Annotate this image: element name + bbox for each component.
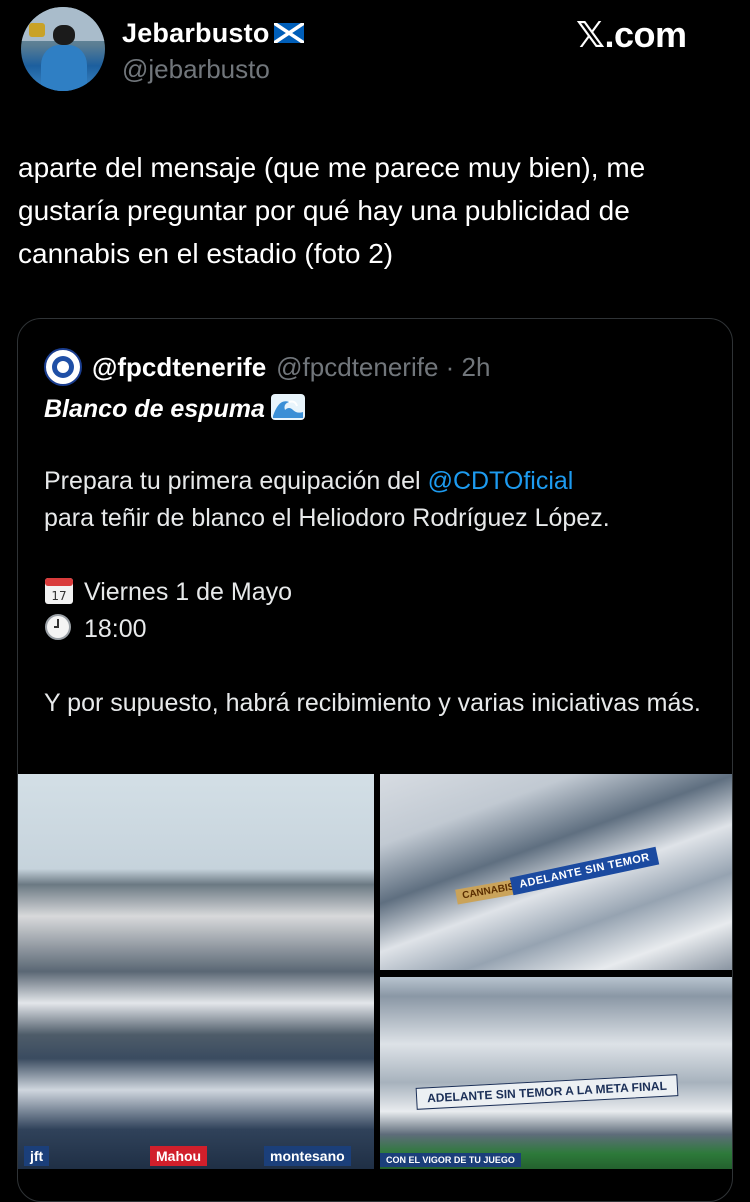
banner-montesano: montesano [264, 1146, 351, 1166]
clock-icon [45, 614, 71, 641]
body-line-1: Prepara tu primera equipación del @CDTOf… [44, 463, 724, 500]
tweet-header: Jebarbusto @jebarbusto 𝕏.com [0, 0, 750, 110]
user-handle[interactable]: @jebarbusto [122, 54, 270, 85]
wave-emoji-icon [270, 394, 305, 421]
quoted-handle-time[interactable]: @fpcdtenerife · 2h [276, 352, 490, 383]
photo-grid: jft Mahou montesano CANNABIS ADELANTE SI… [18, 774, 732, 1169]
quoted-title-text: Blanco de espuma [44, 395, 265, 423]
banner-jft: jft [24, 1146, 50, 1166]
time-text: 18:00 [84, 615, 147, 643]
photo-1[interactable]: jft Mahou montesano [18, 774, 374, 1169]
photo-3[interactable]: ADELANTE SIN TEMOR A LA META FINAL CON E… [380, 977, 732, 1169]
quoted-avatar[interactable] [44, 348, 82, 386]
mention-link[interactable]: @CDTOficial [428, 467, 574, 495]
calendar-icon: 17 [45, 578, 73, 605]
quoted-title: Blanco de espuma [44, 394, 305, 424]
banner-vigor: CON EL VIGOR DE TU JUEGO [380, 1153, 521, 1167]
closing-text: Y por supuesto, habrá recibimiento y var… [44, 689, 701, 717]
banner-mahou: Mahou [150, 1146, 208, 1166]
user-avatar[interactable] [21, 7, 105, 91]
time-line: 18:00 [44, 611, 724, 648]
banner-meta-final: ADELANTE SIN TEMOR A LA META FINAL [415, 1074, 679, 1110]
tweet-text: aparte del mensaje (que me parece muy bi… [18, 152, 646, 269]
x-site-logo: 𝕏.com [576, 14, 687, 55]
body-line-2: para teñir de blanco el Heliodoro Rodríg… [44, 504, 610, 532]
photo-2[interactable]: CANNABIS ADELANTE SIN TEMOR [380, 774, 732, 970]
quoted-avatar-crest-center [57, 361, 69, 373]
quoted-tweet[interactable]: @fpcdtenerife @fpcdtenerife · 2h Blanco … [17, 318, 733, 1202]
quoted-display-name[interactable]: @fpcdtenerife [92, 352, 266, 383]
date-text: Viernes 1 de Mayo [84, 578, 292, 606]
svg-text:17: 17 [51, 589, 66, 603]
scotland-flag-icon [273, 22, 304, 43]
body-line-1-text: Prepara tu primera equipación del [44, 467, 428, 495]
avatar-body [41, 45, 87, 91]
quoted-tweet-header: @fpcdtenerife @fpcdtenerife · 2h [44, 347, 490, 387]
blank-line-2 [44, 648, 724, 685]
avatar-badge [29, 23, 45, 37]
display-name[interactable]: Jebarbusto [122, 18, 304, 49]
date-line: 17 Viernes 1 de Mayo [44, 574, 724, 611]
avatar-head [53, 25, 75, 45]
display-name-text: Jebarbusto [122, 18, 270, 48]
quoted-body: Prepara tu primera equipación del @CDTOf… [44, 463, 724, 722]
banner-adelante: ADELANTE SIN TEMOR [509, 846, 660, 896]
